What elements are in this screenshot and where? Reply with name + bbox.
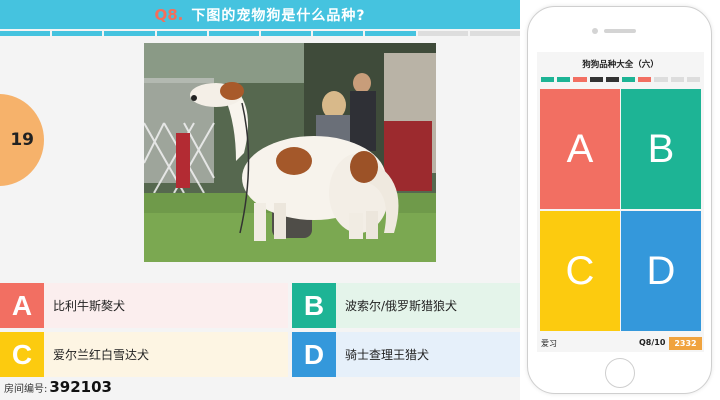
phone-footer: 爱习 Q8/10 2332 <box>537 335 704 352</box>
phone-username: 爱习 <box>541 339 557 348</box>
dog-photo-image <box>144 43 436 262</box>
room-info: 房间编号: 392103 <box>4 378 112 396</box>
phone-progress-segment <box>605 77 620 82</box>
option-d-label: 骑士查理王猎犬 <box>345 348 430 362</box>
phone-frame: 狗狗品种大全（六） A B C D 爱习 Q8/10 2332 <box>527 6 712 394</box>
question-header: Q8. 下图的宠物狗是什么品种? <box>0 0 520 29</box>
phone-progress-segment <box>654 77 668 82</box>
progress-segment <box>0 31 51 36</box>
speaker-icon <box>604 29 636 33</box>
progress-segment <box>469 31 520 36</box>
phone-progress-segment <box>638 77 652 82</box>
phone-progress-segment <box>670 77 684 82</box>
phone-answer-b-button[interactable]: B <box>621 89 701 209</box>
phone-progress-segment <box>589 77 603 82</box>
phone-answer-a-button[interactable]: A <box>540 89 620 209</box>
option-c-label: 爱尔兰红白雪达犬 <box>53 348 150 362</box>
room-label: 房间编号: <box>4 384 48 395</box>
phone-question-count: Q8/10 <box>639 338 666 347</box>
home-button[interactable] <box>605 358 635 388</box>
phone-progress-segment <box>541 77 555 82</box>
progress-segment <box>313 31 364 36</box>
progress-segment <box>208 31 260 36</box>
option-d-letter: D <box>292 332 336 377</box>
option-d[interactable]: D 骑士查理王猎犬 <box>292 332 520 377</box>
question-progress-bar <box>0 31 520 36</box>
dog-photo <box>144 43 436 262</box>
timer-value: 19 <box>10 130 34 150</box>
phone-room-badge: 2332 <box>669 337 702 350</box>
option-c[interactable]: C 爱尔兰红白雪达犬 <box>0 332 288 377</box>
phone-progress-segment <box>686 77 701 82</box>
option-c-letter: C <box>0 332 44 377</box>
quiz-panel: Q8. 下图的宠物狗是什么品种? 19 A 比利牛斯獒犬 B 波索尔/俄罗斯猎狼… <box>0 0 520 400</box>
camera-icon <box>592 28 598 34</box>
phone-screen: 狗狗品种大全（六） A B C D 爱习 Q8/10 2332 <box>537 52 704 352</box>
phone-progress-segment <box>573 77 587 82</box>
progress-segment <box>261 31 312 36</box>
option-a-label: 比利牛斯獒犬 <box>53 299 126 313</box>
option-b[interactable]: B 波索尔/俄罗斯猎狼犬 <box>292 283 520 328</box>
progress-segment <box>417 31 468 36</box>
phone-answer-c-button[interactable]: C <box>540 211 620 331</box>
phone-progress-segment <box>622 77 636 82</box>
countdown-timer: 19 <box>0 94 44 186</box>
phone-preview-area: 狗狗品种大全（六） A B C D 爱习 Q8/10 2332 <box>520 0 720 400</box>
question-text: 下图的宠物狗是什么品种? <box>191 7 366 24</box>
progress-segment <box>156 31 207 36</box>
progress-segment <box>104 31 155 36</box>
option-a[interactable]: A 比利牛斯獒犬 <box>0 283 288 328</box>
screen-root: Q8. 下图的宠物狗是什么品种? 19 A 比利牛斯獒犬 B 波索尔/俄罗斯猎狼… <box>0 0 720 400</box>
option-b-label: 波索尔/俄罗斯猎狼犬 <box>345 299 458 313</box>
phone-progress-bar <box>541 77 701 82</box>
question-number: Q8. <box>154 5 184 24</box>
phone-quiz-title: 狗狗品种大全（六） <box>582 60 659 70</box>
room-number: 392103 <box>49 378 112 396</box>
option-b-letter: B <box>292 283 336 328</box>
progress-segment <box>365 31 416 36</box>
phone-answer-d-button[interactable]: D <box>621 211 701 331</box>
phone-progress-segment <box>557 77 571 82</box>
option-a-letter: A <box>0 283 44 328</box>
progress-segment <box>52 31 103 36</box>
